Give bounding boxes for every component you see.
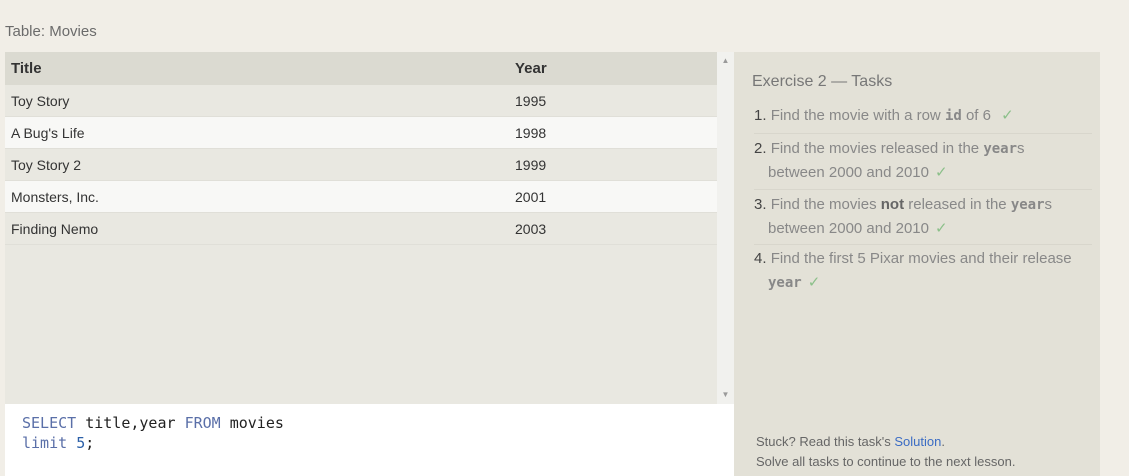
cell-title: Monsters, Inc. (5, 180, 515, 213)
task-text: s (1017, 140, 1025, 157)
check-icon: ✓ (807, 274, 821, 291)
task-text: s (1044, 196, 1053, 213)
task-divider (754, 244, 1092, 245)
task-number: 3. (754, 196, 767, 213)
task-code: id (944, 108, 962, 124)
task-divider (754, 189, 1092, 190)
task-text: between 2000 and 2010 (768, 220, 929, 237)
task-item-1: 1. Find the movie with a row id of 6 ✓ (754, 104, 1090, 128)
stuck-suffix: . (941, 434, 945, 449)
cell-title: Toy Story (5, 85, 515, 117)
task-number: 1. (754, 107, 767, 124)
editor-limit-number: 5 (76, 434, 86, 452)
task-number: 2. (754, 140, 767, 157)
task-divider (754, 133, 1092, 134)
task-code: year (768, 275, 802, 291)
task-text: released in the (908, 196, 1007, 213)
task-text: Find the movie with a row (770, 107, 941, 124)
task-code: year (983, 141, 1018, 157)
cell-title: A Bug's Life (5, 116, 515, 149)
cell-year: 2003 (515, 212, 717, 245)
task-bold: not (880, 196, 905, 213)
editor-columns: title,year (85, 414, 176, 432)
results-table: Title Year Toy Story 1995 A Bug's Life 1… (5, 52, 717, 404)
table-row: Toy Story 1995 (5, 85, 717, 117)
sql-editor[interactable]: SELECT title,year FROM movies limit 5; (5, 404, 734, 476)
table-row: Toy Story 2 1999 (5, 148, 717, 181)
check-icon: ✓ (1001, 107, 1014, 124)
task-item-3: 3. Find the movies not released in the y… (754, 193, 1090, 241)
cell-title: Finding Nemo (5, 212, 515, 245)
table-scrollbar[interactable]: ▲ ▼ (717, 52, 734, 404)
task-item-2: 2. Find the movies released in the years… (754, 137, 1090, 185)
cell-title: Toy Story 2 (5, 148, 515, 181)
editor-line-1: SELECT title,year FROM movies (22, 414, 284, 432)
stuck-text: Stuck? Read this task's (756, 434, 891, 449)
task-text: Find the movies released in the (770, 140, 980, 157)
task-text: of 6 (965, 107, 991, 124)
editor-line-2: limit 5; (22, 434, 94, 452)
task-code: year (1010, 197, 1045, 213)
cell-year: 1995 (515, 85, 717, 117)
check-icon: ✓ (934, 164, 948, 181)
solution-link[interactable]: Solution (894, 434, 941, 449)
task-text: Find the first 5 Pixar movies and their … (770, 250, 1072, 267)
task-item-4: 4. Find the first 5 Pixar movies and the… (754, 247, 1090, 295)
editor-table-name: movies (229, 414, 284, 432)
task-text: Find the movies (770, 196, 877, 213)
task-number: 4. (754, 250, 767, 267)
keyword-select: SELECT (22, 414, 77, 432)
editor-semicolon: ; (85, 434, 95, 452)
table-label: Table: Movies (5, 23, 97, 40)
tasks-title: Exercise 2 — Tasks (752, 73, 893, 90)
task-text: between 2000 and 2010 (768, 164, 929, 181)
scroll-down-arrow-icon[interactable]: ▼ (717, 388, 734, 402)
cell-year: 2001 (515, 180, 717, 213)
column-header-title[interactable]: Title (5, 52, 515, 85)
tasks-panel: Exercise 2 — Tasks 1. Find the movie wit… (734, 52, 1100, 476)
keyword-from: FROM (184, 414, 221, 432)
keyword-limit: limit (22, 434, 68, 452)
table-row: Monsters, Inc. 2001 (5, 180, 717, 213)
continue-hint: Solve all tasks to continue to the next … (756, 454, 1016, 469)
table-row: A Bug's Life 1998 (5, 116, 717, 149)
cell-year: 1999 (515, 148, 717, 181)
stuck-hint: Stuck? Read this task's Solution. (756, 434, 945, 449)
scroll-up-arrow-icon[interactable]: ▲ (717, 54, 734, 68)
cell-year: 1998 (515, 116, 717, 149)
check-icon: ✓ (934, 220, 948, 237)
column-header-year[interactable]: Year (515, 52, 717, 85)
table-row: Finding Nemo 2003 (5, 212, 717, 245)
